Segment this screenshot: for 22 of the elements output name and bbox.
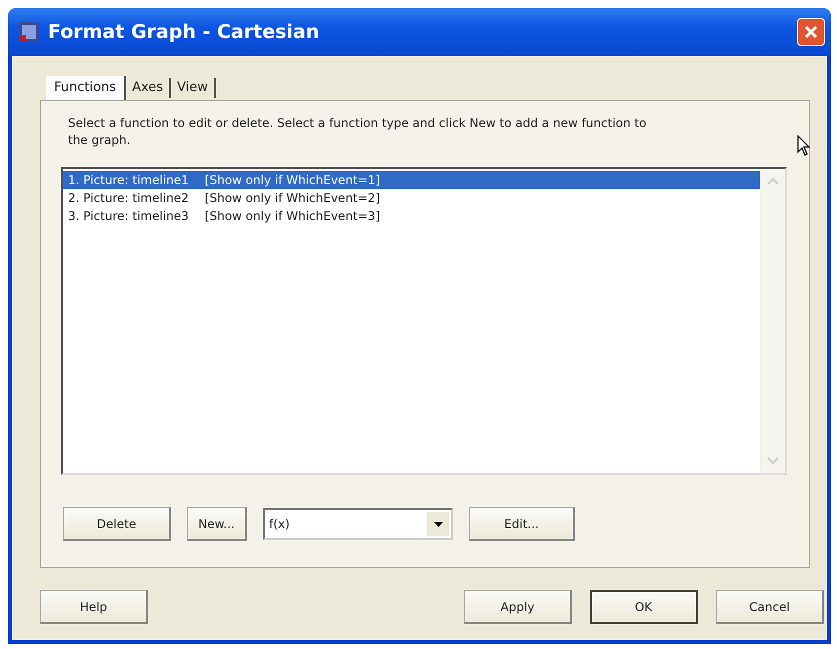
- button[interactable]: New...: [187, 507, 247, 541]
- button[interactable]: Apply: [464, 590, 572, 624]
- function-item[interactable]: 1. Picture: timeline1 [Show only if WhichEvent=1]: [63, 171, 760, 189]
- scrollbar[interactable]: [760, 169, 785, 473]
- app-icon: [18, 21, 40, 43]
- function-item[interactable]: 3. Picture: timeline3 [Show only if WhichEvent=3]: [63, 207, 760, 225]
- function-type-dropdown[interactable]: f(x): [263, 508, 453, 540]
- mouse-pointer-icon: [797, 135, 811, 157]
- button[interactable]: Delete: [63, 507, 171, 541]
- scroll-up-icon[interactable]: [767, 177, 779, 185]
- close-button[interactable]: [797, 18, 825, 46]
- button[interactable]: OK: [590, 590, 698, 624]
- close-icon: [803, 24, 819, 40]
- button[interactable]: Edit...: [469, 507, 575, 541]
- function-item[interactable]: 2. Picture: timeline2 [Show only if WhichEvent=2]: [63, 189, 760, 207]
- instructions-text: Select a function to edit or delete. Select a function type and click New to add a new function to the graph.: [68, 115, 648, 149]
- window-title: Format Graph - Cartesian: [48, 21, 320, 43]
- button[interactable]: Help: [40, 590, 148, 624]
- dropdown-arrow-icon: [434, 522, 442, 526]
- scroll-down-icon[interactable]: [767, 457, 779, 465]
- tab[interactable]: Functions: [46, 76, 126, 101]
- button[interactable]: Cancel: [716, 590, 824, 624]
